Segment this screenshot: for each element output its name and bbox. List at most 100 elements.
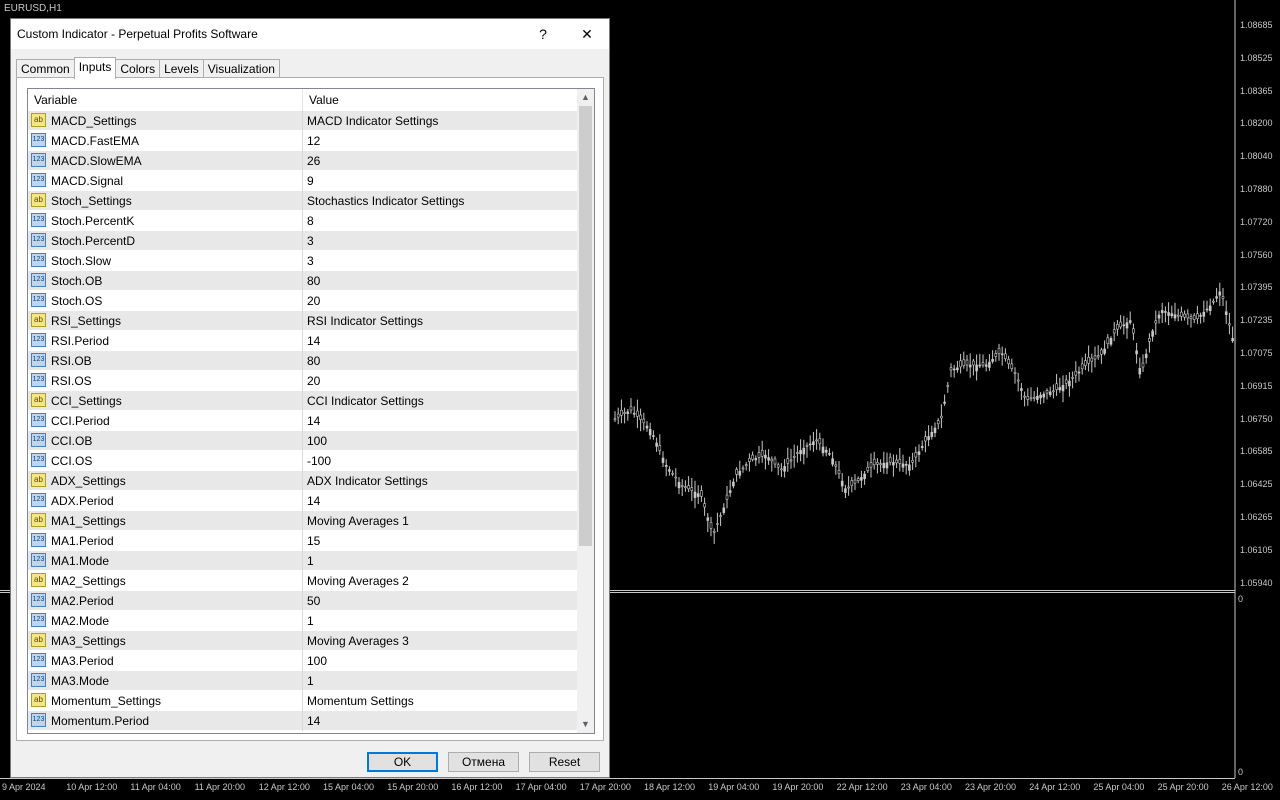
table-row[interactable]: 123 Stoch.PercentK 8 [28,211,577,231]
table-row[interactable]: 123 RSI.OB 80 [28,351,577,371]
column-header-variable[interactable]: Variable [28,89,303,111]
variable-value[interactable]: ADX Indicator Settings [307,474,428,488]
candle-body [700,490,703,497]
candle-body [690,487,694,491]
table-row[interactable]: 123 CCI.OS -100 [28,451,577,471]
variable-value[interactable]: 1 [307,554,314,568]
candle-body [879,463,882,465]
variable-value[interactable]: 80 [307,354,320,368]
candle-body [738,470,742,476]
table-row[interactable]: ab MACD_Settings MACD Indicator Settings [28,111,577,131]
table-row[interactable]: 123 MA2.Mode 1 [28,611,577,631]
variable-value[interactable]: 3 [307,234,314,248]
table-row[interactable]: 123 CCI.OB 100 [28,431,577,451]
variable-value[interactable]: Moving Averages 2 [307,574,409,588]
variable-value[interactable]: 80 [307,274,320,288]
table-row[interactable]: 123 MA3.Mode 1 [28,671,577,691]
variable-value[interactable]: MACD Indicator Settings [307,114,438,128]
table-row[interactable]: ab RSI_Settings RSI Indicator Settings [28,311,577,331]
variable-value[interactable]: RSI Indicator Settings [307,314,423,328]
close-icon[interactable]: ✕ [565,19,609,49]
variable-value[interactable]: 3 [307,254,314,268]
variable-value[interactable]: 26 [307,154,320,168]
variable-value[interactable]: 14 [307,494,320,508]
table-row[interactable]: 123 RSI.Period 14 [28,331,577,351]
tab-levels[interactable]: Levels [159,59,204,78]
table-row[interactable]: ab ADX_Settings ADX Indicator Settings [28,471,577,491]
table-row[interactable]: ab Momentum_Settings Momentum Settings [28,691,577,711]
cancel-button[interactable]: Отмена [448,752,519,772]
variable-value[interactable]: Stochastics Indicator Settings [307,194,464,208]
candle-body [1077,371,1081,374]
table-row[interactable]: ab MA1_Settings Moving Averages 1 [28,511,577,531]
candle-body [1042,393,1046,398]
variable-value[interactable]: 20 [307,374,320,388]
variable-value[interactable]: 1 [307,674,314,688]
dialog-titlebar[interactable]: Custom Indicator - Perpetual Profits Sof… [11,19,609,49]
help-button[interactable]: ? [521,19,565,49]
table-row[interactable]: ab Stoch_Settings Stochastics Indicator Se… [28,191,577,211]
variable-value[interactable]: Momentum Settings [307,694,414,708]
candle-body [888,456,892,463]
table-row[interactable]: 123 RSI.OS 20 [28,371,577,391]
table-row[interactable]: 123 MA2.Period 50 [28,591,577,611]
table-row[interactable]: ab CCI_Settings CCI Indicator Settings [28,391,577,411]
scroll-down-icon[interactable]: ▼ [577,716,594,733]
table-row[interactable]: 123 Stoch.Slow 3 [28,251,577,271]
reset-button[interactable]: Reset [529,752,600,772]
table-row[interactable]: 123 Stoch.PercentD 3 [28,231,577,251]
inputs-grid[interactable]: Variable Value ab MACD_Settings MACD Indic… [27,88,595,734]
table-row[interactable]: 123 Stoch.OS 20 [28,291,577,311]
variable-value[interactable]: 14 [307,714,320,728]
variable-value[interactable]: 8 [307,214,314,228]
variable-value[interactable]: 100 [307,654,327,668]
variable-value[interactable]: Moving Averages 3 [307,634,409,648]
variable-value[interactable]: CCI Indicator Settings [307,394,424,408]
ok-button[interactable]: OK [367,752,438,772]
variable-value[interactable]: 12 [307,134,320,148]
table-row[interactable]: ab MA3_Settings Moving Averages 3 [28,631,577,651]
time-tick-label: 26 Apr 12:00 [1221,782,1273,792]
table-row[interactable]: 123 MA3.Period 100 [28,651,577,671]
table-row[interactable]: 123 Stoch.OB 80 [28,271,577,291]
table-row[interactable]: 123 MA1.Mode 1 [28,551,577,571]
time-tick-label: 15 Apr 20:00 [387,782,439,792]
dialog-title: Custom Indicator - Perpetual Profits Sof… [17,27,258,41]
tab-common[interactable]: Common [16,59,75,78]
variable-name: RSI.Period [51,334,110,348]
variable-value[interactable]: Moving Averages 1 [307,514,409,528]
variable-value[interactable]: -100 [307,454,331,468]
tab-visualization[interactable]: Visualization [202,59,280,78]
variable-value[interactable]: 14 [307,414,320,428]
variable-value[interactable]: 1 [307,614,314,628]
variable-value[interactable]: 100 [307,434,327,448]
column-header-value[interactable]: Value [303,89,577,111]
table-row[interactable]: 123 Momentum.Period 14 [28,711,577,731]
variable-value[interactable]: 15 [307,534,320,548]
variable-value[interactable]: 9 [307,174,314,188]
tab-inputs[interactable]: Inputs [73,57,117,79]
variable-value[interactable]: 14 [307,334,320,348]
candle-body [1020,388,1023,391]
candle-body [1141,362,1145,368]
table-row[interactable]: 123 CCI.Period 14 [28,411,577,431]
candle-body [767,457,770,461]
tab-colors[interactable]: Colors [115,59,161,78]
vertical-scrollbar[interactable]: ▲ ▼ [577,89,594,733]
table-row[interactable]: 123 MA1.Period 15 [28,531,577,551]
variable-value[interactable]: 20 [307,294,320,308]
candle-body [1132,328,1135,334]
candle-body [1106,337,1110,344]
number-type-icon: 123 [31,653,46,667]
table-row[interactable]: 123 MACD.FastEMA 12 [28,131,577,151]
scroll-thumb[interactable] [579,106,592,546]
price-tick-label: 1.07235 [1240,315,1273,326]
time-tick-label: 17 Apr 20:00 [579,782,631,792]
table-row[interactable]: 123 MACD.Signal 9 [28,171,577,191]
scroll-up-icon[interactable]: ▲ [577,89,594,106]
candle-body [1058,387,1062,391]
table-row[interactable]: ab MA2_Settings Moving Averages 2 [28,571,577,591]
variable-value[interactable]: 50 [307,594,320,608]
table-row[interactable]: 123 MACD.SlowEMA 26 [28,151,577,171]
table-row[interactable]: 123 ADX.Period 14 [28,491,577,511]
